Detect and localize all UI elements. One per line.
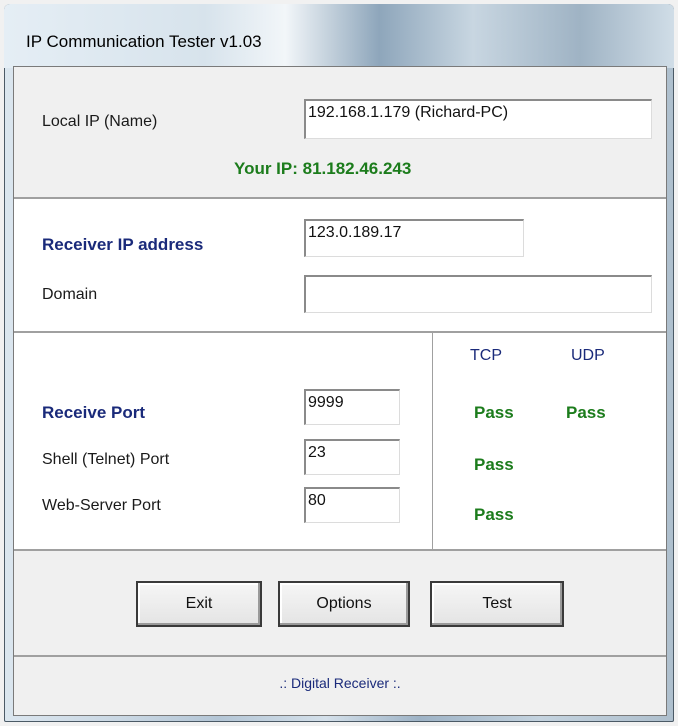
title-bar[interactable]: IP Communication Tester v1.03 — [4, 4, 674, 68]
window-title: IP Communication Tester v1.03 — [26, 32, 262, 51]
shell-port-label: Shell (Telnet) Port — [42, 451, 170, 468]
test-button[interactable]: Test — [430, 581, 564, 627]
ports-divider — [432, 333, 433, 549]
receiver-ip-label: Receiver IP address — [42, 235, 204, 254]
receive-port-field[interactable]: 9999 — [304, 389, 400, 425]
footer: .: Digital Receiver :. — [14, 657, 666, 715]
receive-port-label: Receive Port — [42, 403, 145, 422]
receive-port-tcp-status: Pass — [474, 403, 514, 422]
footer-text: .: Digital Receiver :. — [279, 675, 401, 691]
ports-section: TCP UDP Receive Port 9999 Pass Pass Shel… — [14, 333, 666, 551]
shell-port-field[interactable]: 23 — [304, 439, 400, 475]
domain-label: Domain — [42, 286, 98, 303]
web-port-field[interactable]: 80 — [304, 487, 400, 523]
exit-button[interactable]: Exit — [136, 581, 262, 627]
local-ip-field[interactable]: 192.168.1.179 (Richard-PC) — [304, 99, 652, 139]
local-ip-label: Local IP (Name) — [42, 113, 158, 130]
receiver-section: Receiver IP address 123.0.189.17 Domain — [14, 199, 666, 333]
receiver-ip-field[interactable]: 123.0.189.17 — [304, 219, 524, 257]
button-bar: Exit Options Test — [14, 551, 666, 657]
local-ip-section: Local IP (Name) 192.168.1.179 (Richard-P… — [14, 67, 666, 199]
client-area: Local IP (Name) 192.168.1.179 (Richard-P… — [13, 66, 667, 716]
web-port-label: Web-Server Port — [42, 497, 161, 514]
web-port-tcp-status: Pass — [474, 505, 514, 524]
your-ip-text: Your IP: 81.182.46.243 — [234, 159, 412, 178]
options-button[interactable]: Options — [278, 581, 410, 627]
shell-port-tcp-status: Pass — [474, 455, 514, 474]
domain-field[interactable] — [304, 275, 652, 313]
receive-port-udp-status: Pass — [566, 403, 606, 422]
tcp-header: TCP — [470, 347, 502, 364]
udp-header: UDP — [571, 347, 605, 364]
